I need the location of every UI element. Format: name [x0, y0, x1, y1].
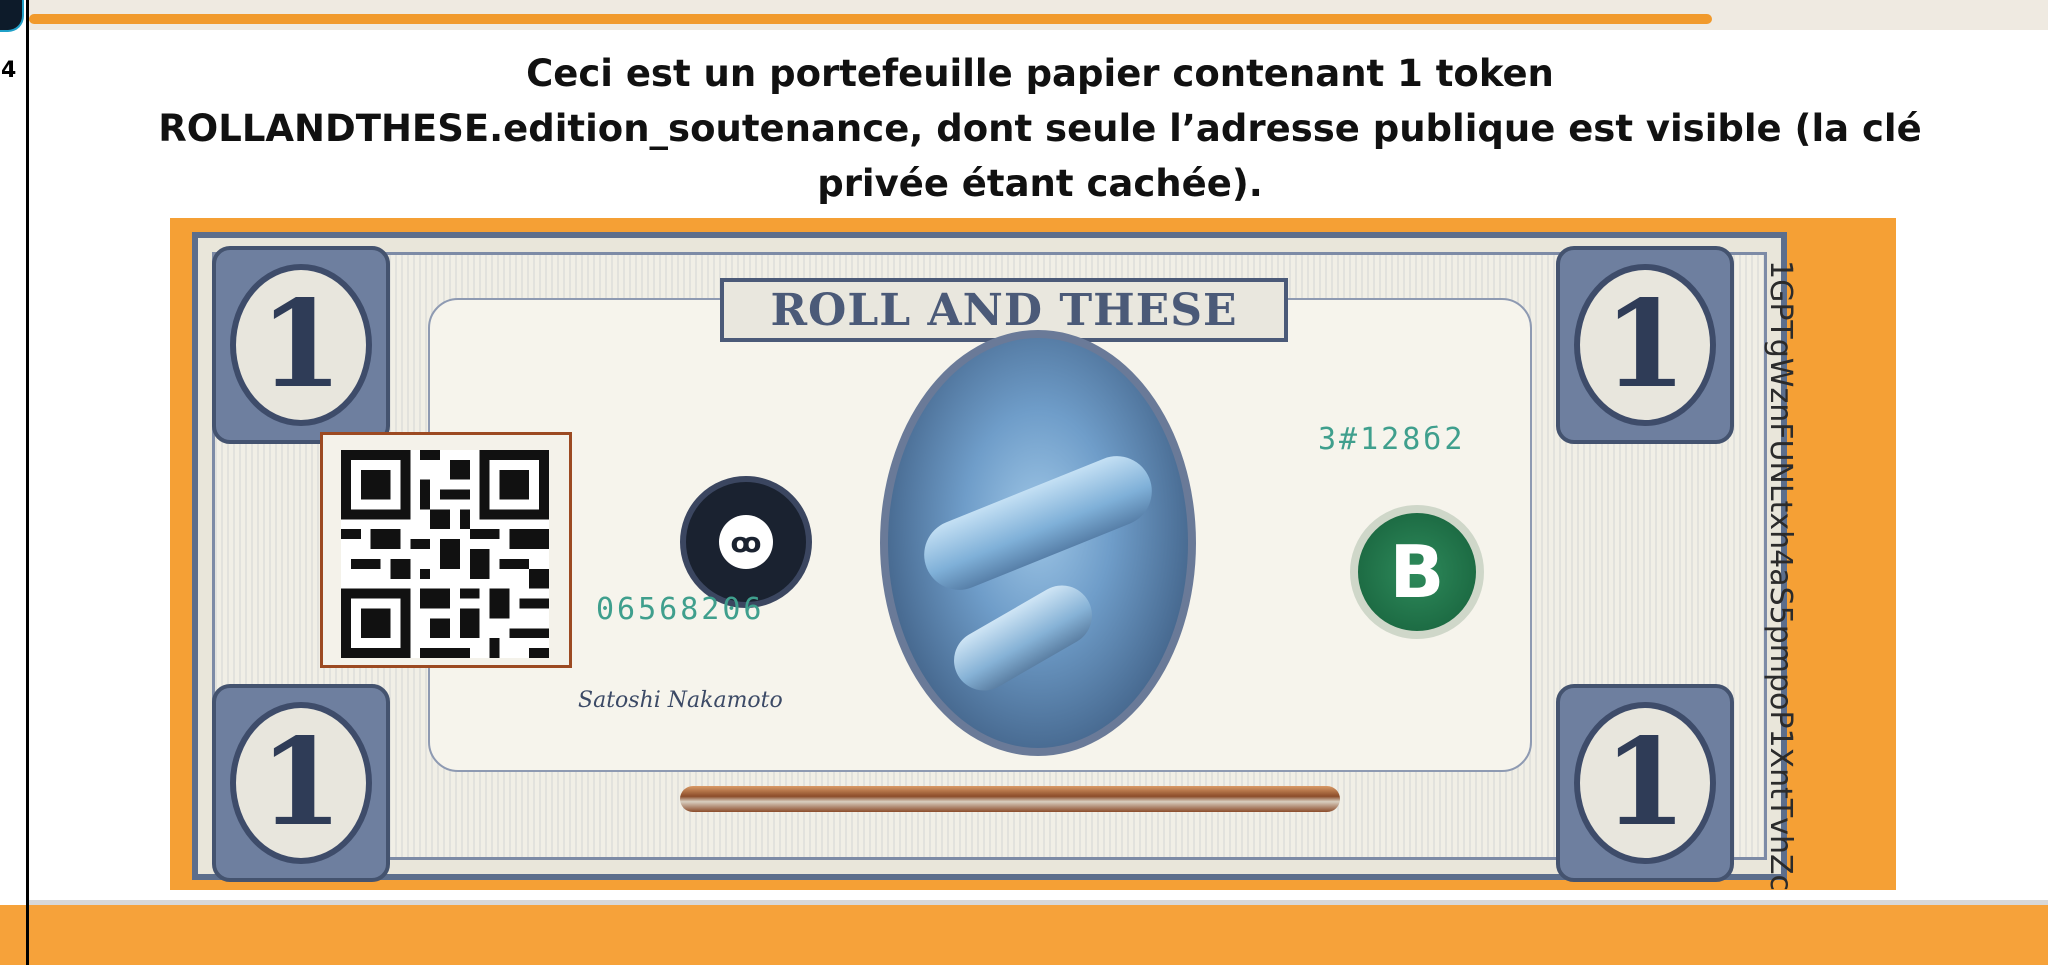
heading-line-3: privée étant cachée). — [817, 162, 1263, 205]
denomination-digit: 1 — [259, 274, 343, 415]
left-gutter: 4 — [0, 0, 29, 965]
denomination-digit: 1 — [259, 712, 343, 853]
scroll-illustration — [943, 574, 1103, 702]
bitcoin-icon: B — [1350, 505, 1484, 639]
corner-denomination-bottom-right: 1 — [1556, 684, 1734, 882]
footer-band — [29, 905, 2048, 965]
qr-code-icon — [341, 450, 549, 658]
heading-line-2: ROLLANDTHESE.edition_soutenance, dont se… — [158, 107, 1922, 150]
hidden-private-key-strip — [680, 786, 1340, 812]
serial-number-left: 06568206 — [596, 592, 765, 627]
bitcoin-symbol: B — [1389, 530, 1445, 614]
denomination-digit: 1 — [1603, 274, 1687, 415]
serial-number-right: 3#128б2 — [1318, 422, 1466, 457]
corner-denomination-top-left: 1 — [212, 246, 390, 444]
denomination-digit: 1 — [1603, 712, 1687, 853]
signature: Satoshi Nakamoto — [578, 688, 783, 713]
slide-heading: Ceci est un portefeuille papier contenan… — [60, 46, 2020, 211]
scroll-illustration — [913, 445, 1163, 601]
bill-banner: ROLL AND THESE — [720, 278, 1288, 342]
slide-number: 4 — [1, 58, 17, 83]
corner-denomination-bottom-left: 1 — [212, 684, 390, 882]
top-accent-line — [29, 14, 1712, 24]
public-address: 1GPTgWznFUNLtxh4aS5pmpoP1XntTvhZc — [1763, 260, 1798, 892]
qr-frame — [320, 432, 572, 668]
logo-fragment-icon — [0, 0, 24, 32]
link-icon: ꝏ — [719, 515, 773, 569]
corner-denomination-top-right: 1 — [1556, 246, 1734, 444]
gutter-footer-band — [0, 905, 26, 965]
heading-line-1: Ceci est un portefeuille papier contenan… — [526, 52, 1554, 95]
bill-portrait-illustration — [880, 330, 1196, 756]
bill-seal: ꝏ — [680, 476, 812, 608]
gutter-divider — [26, 0, 29, 965]
